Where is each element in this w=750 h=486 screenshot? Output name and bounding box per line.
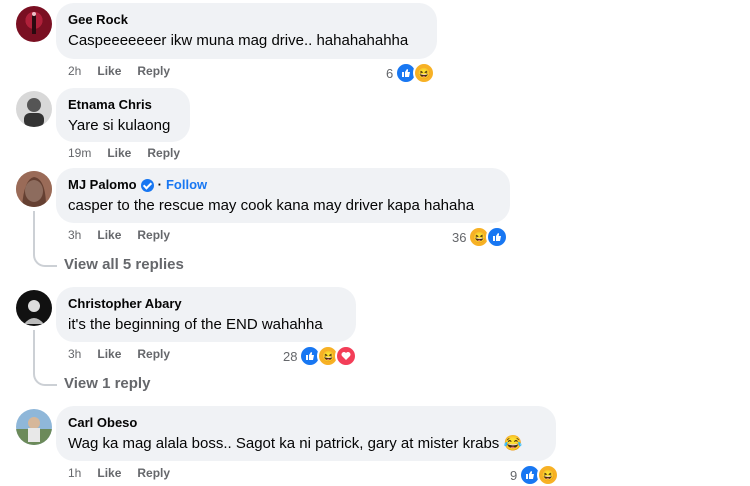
reaction-summary[interactable]: 9 😆 [510,464,560,486]
avatar[interactable] [16,91,52,127]
reaction-count: 9 [510,467,518,483]
comment-text: Caspeeeeeeer ikw muna mag drive.. hahaha… [68,32,409,49]
avatar-image [16,171,52,207]
avatar[interactable] [16,290,52,326]
reaction-summary[interactable]: 36 😆 [452,226,509,248]
view-replies-link[interactable]: View all 5 replies [64,256,184,273]
like-button[interactable]: Like [97,64,121,78]
like-icon [486,226,509,248]
comment-actions: 2h Like Reply [68,64,170,78]
avatar[interactable] [16,6,52,42]
reply-button[interactable]: Reply [147,146,180,160]
avatar-image [16,417,52,445]
avatar[interactable] [16,409,52,445]
comment-author[interactable]: Carl Obeso [68,415,544,431]
comment-bubble: Gee Rock Caspeeeeeeer ikw muna mag drive… [56,3,437,59]
comment-bubble: MJ Palomo · Follow casper to the rescue … [56,168,510,223]
comment-author[interactable]: Etnama Chris [68,97,178,113]
comment-time[interactable]: 1h [68,466,81,480]
thread-line [33,330,57,386]
like-button[interactable]: Like [97,228,121,242]
comment-time[interactable]: 3h [68,228,81,242]
like-button[interactable]: Like [97,347,121,361]
comment-actions: 19m Like Reply [68,146,180,160]
verified-badge-icon [140,178,154,192]
avatar-image [24,98,44,127]
reply-button[interactable]: Reply [137,466,170,480]
avatar-image [24,300,44,324]
avatar-image [32,12,36,34]
view-replies-link[interactable]: View 1 reply [64,375,150,392]
comment-bubble: Carl Obeso Wag ka mag alala boss.. Sagot… [56,406,556,461]
comment-time[interactable]: 2h [68,64,81,78]
author-name[interactable]: MJ Palomo [68,177,137,193]
comment-author[interactable]: Gee Rock [68,12,425,28]
reply-button[interactable]: Reply [137,228,170,242]
reaction-summary[interactable]: 6 😆 [386,62,436,84]
comment-bubble: Etnama Chris Yare si kulaong [56,88,190,142]
comment-actions: 1h Like Reply [68,466,170,480]
follow-button[interactable]: Follow [166,177,207,193]
comment-bubble: Christopher Abary it's the beginning of … [56,287,356,342]
haha-icon: 😆 [537,464,560,486]
comment-time[interactable]: 3h [68,347,81,361]
comment-time[interactable]: 19m [68,146,91,160]
comment-author: MJ Palomo · Follow [68,177,498,193]
avatar[interactable] [16,171,52,207]
like-button[interactable]: Like [97,466,121,480]
comment-actions: 3h Like Reply [68,228,170,242]
comment-text: Wag ka mag alala boss.. Sagot ka ni patr… [68,435,523,452]
comment-text: it's the beginning of the END wahahha [68,316,323,333]
comment-actions: 3h Like Reply [68,347,170,361]
reaction-count: 36 [452,229,467,245]
comment-text: casper to the rescue may cook kana may d… [68,197,475,214]
separator-dot: · [157,177,162,192]
reply-button[interactable]: Reply [137,64,170,78]
like-button[interactable]: Like [107,146,131,160]
comment-author[interactable]: Christopher Abary [68,296,344,312]
reaction-count: 28 [283,348,298,364]
comment-text: Yare si kulaong [68,117,171,134]
love-icon [335,345,358,367]
thread-line [33,211,57,267]
reply-button[interactable]: Reply [137,347,170,361]
haha-icon: 😆 [413,62,436,84]
reaction-summary[interactable]: 28 😆 [283,345,358,367]
reaction-count: 6 [386,65,394,81]
